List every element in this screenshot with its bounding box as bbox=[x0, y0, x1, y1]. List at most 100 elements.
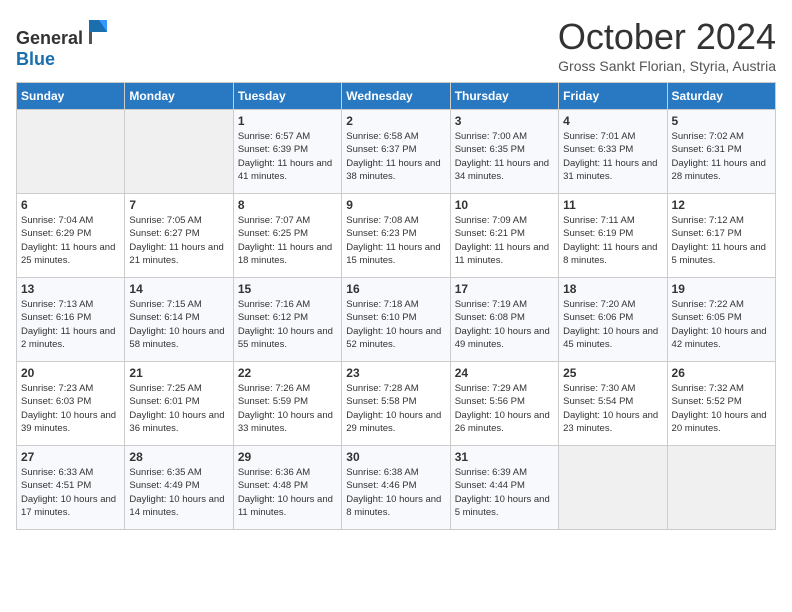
day-info: Sunrise: 7:28 AM Sunset: 5:58 PM Dayligh… bbox=[346, 382, 445, 435]
logo: General Blue bbox=[16, 16, 113, 70]
day-number: 16 bbox=[346, 282, 445, 296]
day-info: Sunrise: 7:01 AM Sunset: 6:33 PM Dayligh… bbox=[563, 130, 662, 183]
day-number: 4 bbox=[563, 114, 662, 128]
calendar-cell: 19 Sunrise: 7:22 AM Sunset: 6:05 PM Dayli… bbox=[667, 278, 775, 362]
calendar-cell: 25 Sunrise: 7:30 AM Sunset: 5:54 PM Dayli… bbox=[559, 362, 667, 446]
day-info: Sunrise: 7:15 AM Sunset: 6:14 PM Dayligh… bbox=[129, 298, 228, 351]
day-number: 21 bbox=[129, 366, 228, 380]
calendar-cell: 21Sunrise: 7:25 AM Sunset: 6:01 PM Dayli… bbox=[125, 362, 233, 446]
calendar-cell bbox=[667, 446, 775, 530]
day-number: 28 bbox=[129, 450, 228, 464]
day-info: Sunrise: 6:35 AM Sunset: 4:49 PM Dayligh… bbox=[129, 466, 228, 519]
day-info: Sunrise: 7:12 AM Sunset: 6:17 PM Dayligh… bbox=[672, 214, 771, 267]
day-info: Sunrise: 6:36 AM Sunset: 4:48 PM Dayligh… bbox=[238, 466, 337, 519]
day-info: Sunrise: 7:09 AM Sunset: 6:21 PM Dayligh… bbox=[455, 214, 554, 267]
day-number: 9 bbox=[346, 198, 445, 212]
day-number: 6 bbox=[21, 198, 120, 212]
day-info: Sunrise: 7:20 AM Sunset: 6:06 PM Dayligh… bbox=[563, 298, 662, 351]
calendar-cell: 17 Sunrise: 7:19 AM Sunset: 6:08 PM Dayli… bbox=[450, 278, 558, 362]
calendar-cell: 5 Sunrise: 7:02 AM Sunset: 6:31 PM Daylig… bbox=[667, 110, 775, 194]
day-number: 11 bbox=[563, 198, 662, 212]
calendar-cell: 30 Sunrise: 6:38 AM Sunset: 4:46 PM Dayli… bbox=[342, 446, 450, 530]
day-number: 19 bbox=[672, 282, 771, 296]
calendar-cell: 22 Sunrise: 7:26 AM Sunset: 5:59 PM Dayli… bbox=[233, 362, 341, 446]
calendar-cell: 18 Sunrise: 7:20 AM Sunset: 6:06 PM Dayli… bbox=[559, 278, 667, 362]
day-number: 3 bbox=[455, 114, 554, 128]
calendar-cell: 2 Sunrise: 6:58 AM Sunset: 6:37 PM Daylig… bbox=[342, 110, 450, 194]
title-block: October 2024 Gross Sankt Florian, Styria… bbox=[558, 16, 776, 74]
calendar-cell: 1Sunrise: 6:57 AM Sunset: 6:39 PM Daylig… bbox=[233, 110, 341, 194]
day-info: Sunrise: 7:16 AM Sunset: 6:12 PM Dayligh… bbox=[238, 298, 337, 351]
calendar-cell bbox=[125, 110, 233, 194]
calendar-cell: 14 Sunrise: 7:15 AM Sunset: 6:14 PM Dayli… bbox=[125, 278, 233, 362]
day-info: Sunrise: 7:13 AM Sunset: 6:16 PM Dayligh… bbox=[21, 298, 120, 351]
month-title: October 2024 bbox=[558, 16, 776, 58]
day-info: Sunrise: 6:38 AM Sunset: 4:46 PM Dayligh… bbox=[346, 466, 445, 519]
logo-flag-icon bbox=[85, 16, 113, 44]
day-info: Sunrise: 7:22 AM Sunset: 6:05 PM Dayligh… bbox=[672, 298, 771, 351]
calendar-cell: 12 Sunrise: 7:12 AM Sunset: 6:17 PM Dayli… bbox=[667, 194, 775, 278]
logo-wordmark: General Blue bbox=[16, 16, 113, 70]
column-header-sunday: Sunday bbox=[17, 83, 125, 110]
column-header-saturday: Saturday bbox=[667, 83, 775, 110]
day-info: Sunrise: 7:04 AM Sunset: 6:29 PM Dayligh… bbox=[21, 214, 120, 267]
day-info: Sunrise: 6:39 AM Sunset: 4:44 PM Dayligh… bbox=[455, 466, 554, 519]
day-number: 18 bbox=[563, 282, 662, 296]
day-info: Sunrise: 7:30 AM Sunset: 5:54 PM Dayligh… bbox=[563, 382, 662, 435]
calendar-cell: 8 Sunrise: 7:07 AM Sunset: 6:25 PM Daylig… bbox=[233, 194, 341, 278]
calendar-cell: 7Sunrise: 7:05 AM Sunset: 6:27 PM Daylig… bbox=[125, 194, 233, 278]
calendar-cell bbox=[17, 110, 125, 194]
calendar-cell: 13 Sunrise: 7:13 AM Sunset: 6:16 PM Dayli… bbox=[17, 278, 125, 362]
day-number: 17 bbox=[455, 282, 554, 296]
day-number: 25 bbox=[563, 366, 662, 380]
calendar-cell: 9Sunrise: 7:08 AM Sunset: 6:23 PM Daylig… bbox=[342, 194, 450, 278]
location-subtitle: Gross Sankt Florian, Styria, Austria bbox=[558, 58, 776, 74]
day-number: 5 bbox=[672, 114, 771, 128]
day-number: 27 bbox=[21, 450, 120, 464]
day-info: Sunrise: 7:02 AM Sunset: 6:31 PM Dayligh… bbox=[672, 130, 771, 183]
calendar-cell: 3 Sunrise: 7:00 AM Sunset: 6:35 PM Daylig… bbox=[450, 110, 558, 194]
day-number: 22 bbox=[238, 366, 337, 380]
logo-blue: Blue bbox=[16, 49, 55, 69]
calendar-cell: 26 Sunrise: 7:32 AM Sunset: 5:52 PM Dayli… bbox=[667, 362, 775, 446]
day-number: 20 bbox=[21, 366, 120, 380]
calendar-cell: 28 Sunrise: 6:35 AM Sunset: 4:49 PM Dayli… bbox=[125, 446, 233, 530]
calendar-cell: 27 Sunrise: 6:33 AM Sunset: 4:51 PM Dayli… bbox=[17, 446, 125, 530]
calendar-cell bbox=[559, 446, 667, 530]
logo-general: General bbox=[16, 28, 83, 48]
day-info: Sunrise: 7:19 AM Sunset: 6:08 PM Dayligh… bbox=[455, 298, 554, 351]
day-number: 29 bbox=[238, 450, 337, 464]
day-number: 8 bbox=[238, 198, 337, 212]
day-number: 12 bbox=[672, 198, 771, 212]
calendar-cell: 4 Sunrise: 7:01 AM Sunset: 6:33 PM Daylig… bbox=[559, 110, 667, 194]
calendar-cell: 20Sunrise: 7:23 AM Sunset: 6:03 PM Dayli… bbox=[17, 362, 125, 446]
day-number: 23 bbox=[346, 366, 445, 380]
day-number: 14 bbox=[129, 282, 228, 296]
day-number: 31 bbox=[455, 450, 554, 464]
day-info: Sunrise: 7:18 AM Sunset: 6:10 PM Dayligh… bbox=[346, 298, 445, 351]
day-number: 2 bbox=[346, 114, 445, 128]
calendar-table: SundayMondayTuesdayWednesdayThursdayFrid… bbox=[16, 82, 776, 530]
day-info: Sunrise: 6:33 AM Sunset: 4:51 PM Dayligh… bbox=[21, 466, 120, 519]
column-header-wednesday: Wednesday bbox=[342, 83, 450, 110]
day-info: Sunrise: 7:11 AM Sunset: 6:19 PM Dayligh… bbox=[563, 214, 662, 267]
day-info: Sunrise: 7:29 AM Sunset: 5:56 PM Dayligh… bbox=[455, 382, 554, 435]
column-header-tuesday: Tuesday bbox=[233, 83, 341, 110]
day-number: 15 bbox=[238, 282, 337, 296]
day-number: 26 bbox=[672, 366, 771, 380]
day-info: Sunrise: 7:26 AM Sunset: 5:59 PM Dayligh… bbox=[238, 382, 337, 435]
day-number: 1 bbox=[238, 114, 337, 128]
day-info: Sunrise: 7:00 AM Sunset: 6:35 PM Dayligh… bbox=[455, 130, 554, 183]
day-info: Sunrise: 7:07 AM Sunset: 6:25 PM Dayligh… bbox=[238, 214, 337, 267]
calendar-cell: 31 Sunrise: 6:39 AM Sunset: 4:44 PM Dayli… bbox=[450, 446, 558, 530]
day-info: Sunrise: 7:05 AM Sunset: 6:27 PM Dayligh… bbox=[129, 214, 228, 267]
calendar-cell: 23 Sunrise: 7:28 AM Sunset: 5:58 PM Dayli… bbox=[342, 362, 450, 446]
calendar-cell: 24Sunrise: 7:29 AM Sunset: 5:56 PM Dayli… bbox=[450, 362, 558, 446]
day-info: Sunrise: 7:32 AM Sunset: 5:52 PM Dayligh… bbox=[672, 382, 771, 435]
day-info: Sunrise: 6:58 AM Sunset: 6:37 PM Dayligh… bbox=[346, 130, 445, 183]
calendar-cell: 15 Sunrise: 7:16 AM Sunset: 6:12 PM Dayli… bbox=[233, 278, 341, 362]
day-number: 13 bbox=[21, 282, 120, 296]
day-number: 30 bbox=[346, 450, 445, 464]
calendar-cell: 16 Sunrise: 7:18 AM Sunset: 6:10 PM Dayli… bbox=[342, 278, 450, 362]
calendar-cell: 6 Sunrise: 7:04 AM Sunset: 6:29 PM Daylig… bbox=[17, 194, 125, 278]
